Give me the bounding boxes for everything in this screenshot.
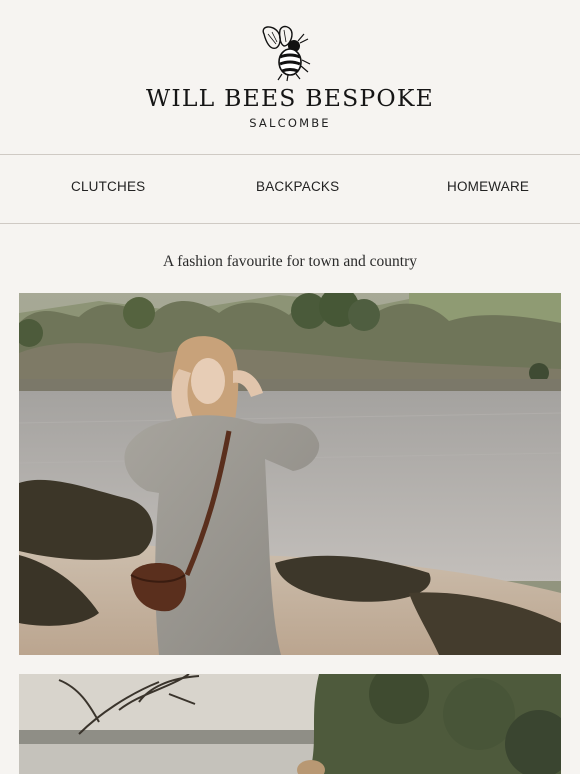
- hero-photo[interactable]: [19, 293, 561, 655]
- bee-icon[interactable]: [258, 24, 312, 82]
- header: WILL BEES BESPOKE SALCOMBE: [0, 0, 580, 154]
- nav-divider: [0, 223, 580, 224]
- nav-link-homeware[interactable]: HOMEWARE: [447, 179, 529, 194]
- nav-link-backpacks[interactable]: BACKPACKS: [256, 179, 339, 194]
- hero-tagline: A fashion favourite for town and country: [163, 253, 417, 270]
- secondary-photo[interactable]: [19, 674, 561, 774]
- nav-link-clutches[interactable]: CLUTCHES: [71, 179, 145, 194]
- brand-name[interactable]: WILL BEES BESPOKE: [0, 84, 580, 112]
- brand-location: SALCOMBE: [249, 116, 331, 130]
- category-nav: CLUTCHES BACKPACKS HOMEWARE: [0, 155, 580, 223]
